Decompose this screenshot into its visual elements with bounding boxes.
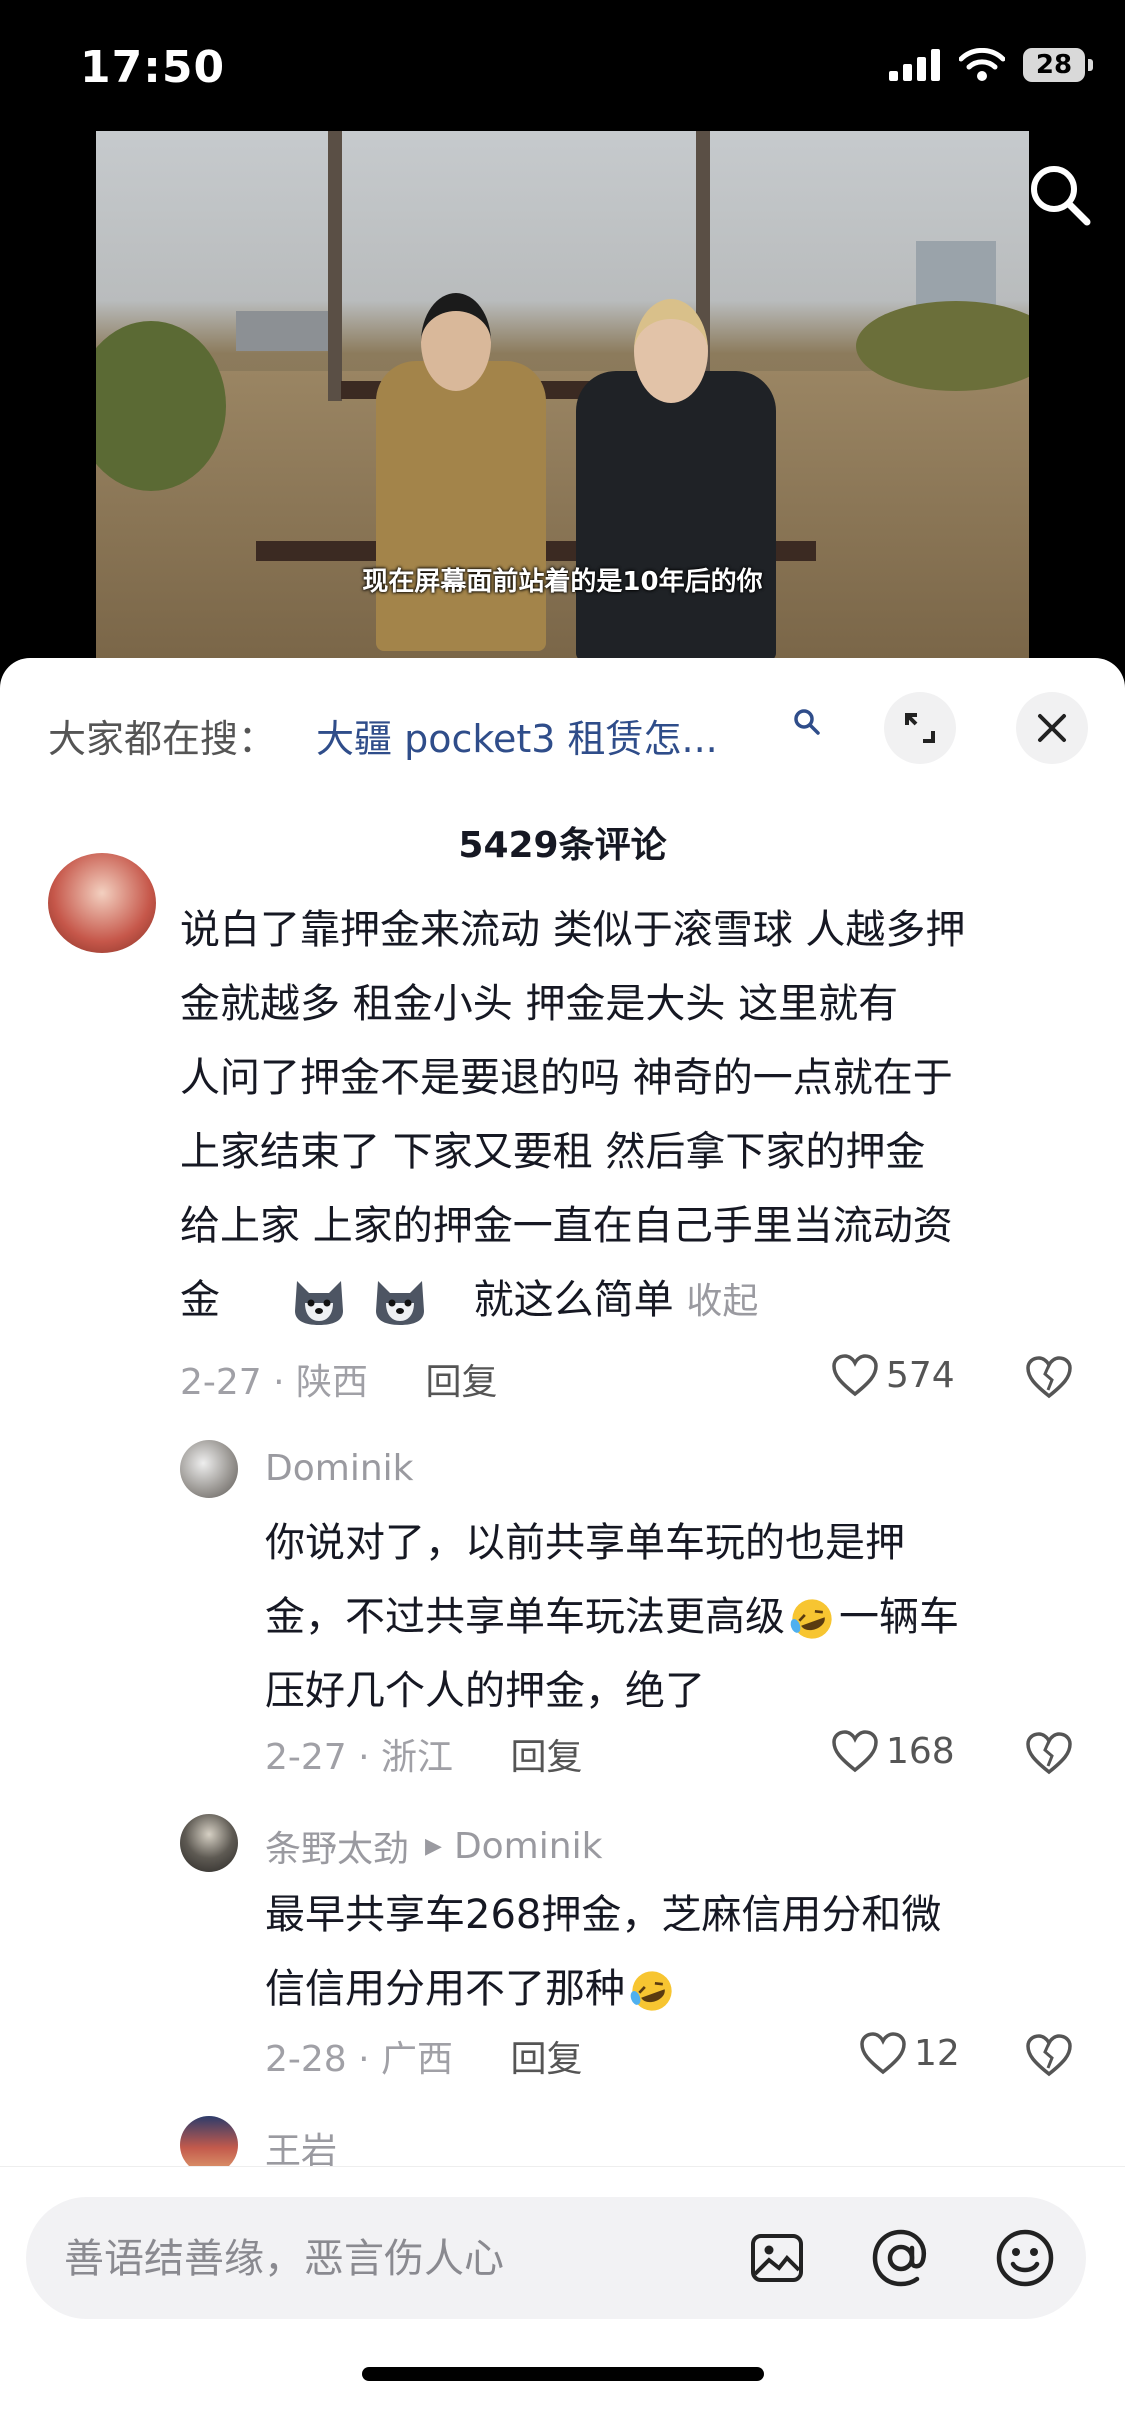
reply-meta: 2-28 · 广西 回复 [265, 2030, 583, 2082]
comment-item: 说白了靠押金来流动 类似于滚雪球 人越多押 金就越多 租金小头 押金是大头 这里… [0, 853, 1125, 1325]
reply-line: 压好几个人的押金，绝了 [265, 1668, 705, 1714]
collapse-link[interactable]: 收起 [686, 1281, 758, 1322]
laughing-emoji-icon [790, 1599, 832, 1639]
comment-input-container [26, 2197, 1086, 2319]
avatar[interactable] [48, 853, 156, 953]
person-right [576, 371, 776, 661]
comment-line: 人问了押金不是要退的吗 神奇的一点就在于 [180, 1055, 953, 1101]
lawn [96, 371, 1029, 661]
date-location: 2-27 · 浙江 [265, 1737, 454, 1778]
reply-text: 你说对了，以前共享单车玩的也是押 金，不过共享单车玩法更高级 一辆车 压好几个人… [265, 1506, 1075, 1728]
image-icon [751, 2234, 803, 2282]
home-indicator [362, 2367, 764, 2381]
status-icons: 28 [889, 48, 1093, 82]
person-left-head [421, 293, 491, 391]
like-button[interactable]: 12 [858, 2030, 960, 2076]
reply-line-start: 信信用分用不了那种 [265, 1966, 625, 2012]
like-count: 574 [886, 1354, 955, 1396]
laughing-emoji-icon [630, 1971, 672, 2011]
wifi-icon [959, 48, 1005, 81]
reply-line: 金，不过共享单车玩法更高级 一辆车 [265, 1580, 1075, 1654]
comment-input[interactable] [62, 2223, 706, 2295]
hot-search-link[interactable]: 大疆 pocket3 租赁怎... [316, 708, 718, 763]
dog-emoji-icon [376, 1281, 425, 1325]
like-button[interactable]: 574 [830, 1352, 955, 1398]
comment-line: 上家结束了 下家又要租 然后拿下家的押金 [180, 1129, 926, 1175]
date-location: 2-28 · 广西 [265, 2039, 454, 2080]
mention-button[interactable] [866, 2223, 936, 2293]
signal-icon [889, 49, 940, 81]
status-bar: 17:50 28 [0, 0, 1125, 130]
image-button[interactable] [742, 2223, 812, 2293]
comment-line: 金就越多 租金小头 押金是大头 这里就有 [180, 981, 899, 1027]
reply-author[interactable]: 条野太劲 [265, 1820, 409, 1872]
person-left [376, 361, 546, 651]
comment-text: 说白了靠押金来流动 类似于滚雪球 人越多押 金就越多 租金小头 押金是大头 这里… [180, 893, 1080, 1339]
date-location: 2-27 · 陕西 [180, 1362, 369, 1403]
reply-button[interactable]: 回复 [426, 1362, 498, 1403]
reply-text: 最早共享车268押金，芝麻信用分和微 信信用分用不了那种 [265, 1878, 1075, 2026]
close-icon [1038, 714, 1066, 742]
avatar[interactable] [180, 1440, 238, 1498]
avatar[interactable] [180, 1814, 238, 1872]
comment-line: 金 就这么简单 收起 [180, 1263, 1080, 1339]
video-subtitle: 现在屏幕面前站着的是10年后的你 [362, 567, 763, 597]
comment-line: 说白了靠押金来流动 类似于滚雪球 人越多押 [180, 907, 966, 953]
reply-line: 信信用分用不了那种 [265, 1952, 1075, 2026]
reply-line-start: 金，不过共享单车玩法更高级 [265, 1594, 785, 1640]
reply-username: 条野太劲 ▶ Dominik [265, 1820, 602, 1872]
comment-meta: 2-27 · 陕西 回复 [180, 1353, 498, 1405]
heart-icon [860, 2032, 906, 2075]
battery-indicator: 28 [1023, 48, 1093, 82]
broken-heart-icon[interactable] [1024, 1730, 1074, 1776]
heart-icon [832, 1730, 878, 1773]
reply-line-end: 一辆车 [839, 1594, 959, 1640]
comment-input-bar [0, 2166, 1125, 2436]
close-button[interactable] [1016, 692, 1088, 764]
reply-meta: 2-27 · 浙江 回复 [265, 1728, 583, 1780]
smiley-icon [996, 2229, 1054, 2287]
at-icon [872, 2229, 927, 2287]
like-count: 168 [886, 1730, 955, 1772]
comment-count: 5429条评论 [458, 825, 667, 866]
broken-heart-icon[interactable] [1024, 2032, 1074, 2078]
video-search-button[interactable] [1025, 160, 1095, 230]
dog-emoji-icon [295, 1281, 344, 1325]
hot-search-bar: 大家都在搜： 大疆 pocket3 租赁怎... [0, 658, 1125, 778]
status-time: 17:50 [80, 42, 226, 93]
reply-line: 最早共享车268押金，芝麻信用分和微 [265, 1892, 942, 1938]
emoji-button[interactable] [990, 2223, 1060, 2293]
hot-search-prefix: 大家都在搜： [48, 717, 277, 761]
reply-button[interactable]: 回复 [511, 1737, 583, 1778]
background-building [236, 311, 336, 351]
broken-heart-icon[interactable] [1024, 1354, 1074, 1400]
reply-username[interactable]: Dominik [265, 1448, 413, 1489]
reply-to-user[interactable]: Dominik [454, 1826, 602, 1867]
search-icon [1031, 166, 1091, 226]
like-button[interactable]: 168 [830, 1728, 955, 1774]
tree-trunk [328, 131, 342, 401]
comment-line: 给上家 上家的押金一直在自己手里当流动资 [180, 1203, 953, 1249]
like-count: 12 [914, 2032, 960, 2074]
reply-button[interactable]: 回复 [511, 2039, 583, 2080]
comment-line-start: 金 [180, 1277, 220, 1323]
expand-button[interactable] [884, 692, 956, 764]
comment-sheet: 大家都在搜： 大疆 pocket3 租赁怎... 5429条评论 说白了靠押金来… [0, 658, 1125, 2436]
reply-arrow-icon: ▶ [425, 1833, 442, 1859]
search-icon[interactable] [792, 706, 822, 746]
reply-line: 你说对了，以前共享单车玩的也是押 [265, 1520, 905, 1566]
expand-icon [905, 713, 935, 743]
comment-line-end: 就这么简单 [473, 1277, 674, 1323]
video-player[interactable]: 现在屏幕面前站着的是10年后的你 [96, 131, 1029, 661]
heart-icon [832, 1354, 878, 1397]
person-right-head [634, 299, 708, 403]
